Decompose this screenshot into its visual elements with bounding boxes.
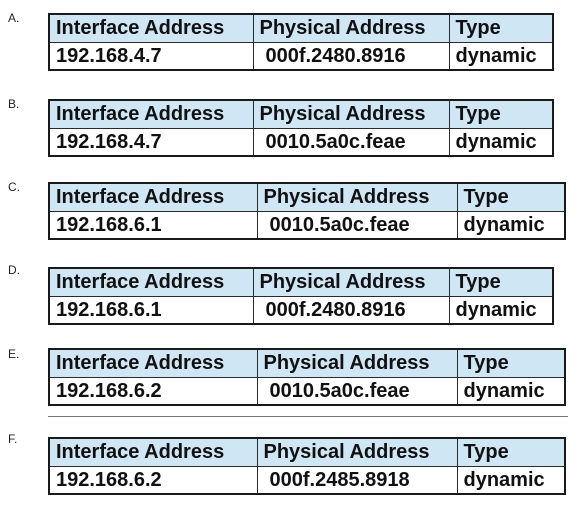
header-row: Interface Address Physical Address Type (48, 182, 566, 212)
type-header: Type (456, 437, 566, 467)
type-header: Type (448, 267, 554, 297)
physical-address-header: Physical Address (256, 348, 458, 378)
interface-address-cell: 192.168.6.2 (48, 466, 258, 495)
header-row: Interface Address Physical Address Type (48, 348, 566, 378)
physical-address-header: Physical Address (252, 99, 450, 129)
table-row: 192.168.4.7 000f.2480.8916 dynamic (48, 42, 554, 71)
option-label: F. (8, 432, 18, 446)
interface-address-header: Interface Address (48, 13, 254, 43)
divider-line (48, 416, 568, 417)
physical-address-header: Physical Address (256, 437, 458, 467)
physical-address-header: Physical Address (252, 13, 450, 43)
table-row: 192.168.6.2 000f.2485.8918 dynamic (48, 466, 566, 495)
interface-address-header: Interface Address (48, 267, 254, 297)
arp-table: Interface Address Physical Address Type … (48, 437, 566, 495)
physical-address-cell: 000f.2480.8916 (252, 296, 450, 325)
interface-address-cell: 192.168.4.7 (48, 128, 254, 157)
physical-address-cell: 000f.2485.8918 (256, 466, 458, 495)
type-cell: dynamic (448, 42, 554, 71)
type-header: Type (456, 348, 566, 378)
interface-address-cell: 192.168.6.2 (48, 377, 258, 406)
option-label: D. (8, 263, 20, 277)
interface-address-cell: 192.168.6.1 (48, 296, 254, 325)
type-cell: dynamic (456, 211, 566, 240)
type-cell: dynamic (448, 296, 554, 325)
header-row: Interface Address Physical Address Type (48, 99, 554, 129)
type-header: Type (456, 182, 566, 212)
header-row: Interface Address Physical Address Type (48, 267, 554, 297)
interface-address-cell: 192.168.4.7 (48, 42, 254, 71)
table-row: 192.168.6.1 0010.5a0c.feae dynamic (48, 211, 566, 240)
option-label: B. (8, 97, 20, 111)
option-label: C. (8, 180, 20, 194)
physical-address-cell: 000f.2480.8916 (252, 42, 450, 71)
interface-address-header: Interface Address (48, 182, 258, 212)
arp-table: Interface Address Physical Address Type … (48, 99, 554, 157)
type-header: Type (448, 13, 554, 43)
interface-address-cell: 192.168.6.1 (48, 211, 258, 240)
header-row: Interface Address Physical Address Type (48, 437, 566, 467)
arp-table: Interface Address Physical Address Type … (48, 267, 554, 325)
physical-address-cell: 0010.5a0c.feae (252, 128, 450, 157)
table-row: 192.168.6.2 0010.5a0c.feae dynamic (48, 377, 566, 406)
physical-address-cell: 0010.5a0c.feae (256, 211, 458, 240)
type-cell: dynamic (456, 466, 566, 495)
physical-address-header: Physical Address (252, 267, 450, 297)
type-cell: dynamic (448, 128, 554, 157)
type-cell: dynamic (456, 377, 566, 406)
interface-address-header: Interface Address (48, 437, 258, 467)
physical-address-header: Physical Address (256, 182, 458, 212)
table-row: 192.168.6.1 000f.2480.8916 dynamic (48, 296, 554, 325)
header-row: Interface Address Physical Address Type (48, 13, 554, 43)
interface-address-header: Interface Address (48, 99, 254, 129)
type-header: Type (448, 99, 554, 129)
option-label: A. (8, 11, 20, 25)
option-label: E. (8, 347, 20, 361)
arp-table: Interface Address Physical Address Type … (48, 182, 566, 240)
table-row: 192.168.4.7 0010.5a0c.feae dynamic (48, 128, 554, 157)
physical-address-cell: 0010.5a0c.feae (256, 377, 458, 406)
interface-address-header: Interface Address (48, 348, 258, 378)
arp-table: Interface Address Physical Address Type … (48, 13, 554, 71)
arp-table: Interface Address Physical Address Type … (48, 348, 566, 406)
